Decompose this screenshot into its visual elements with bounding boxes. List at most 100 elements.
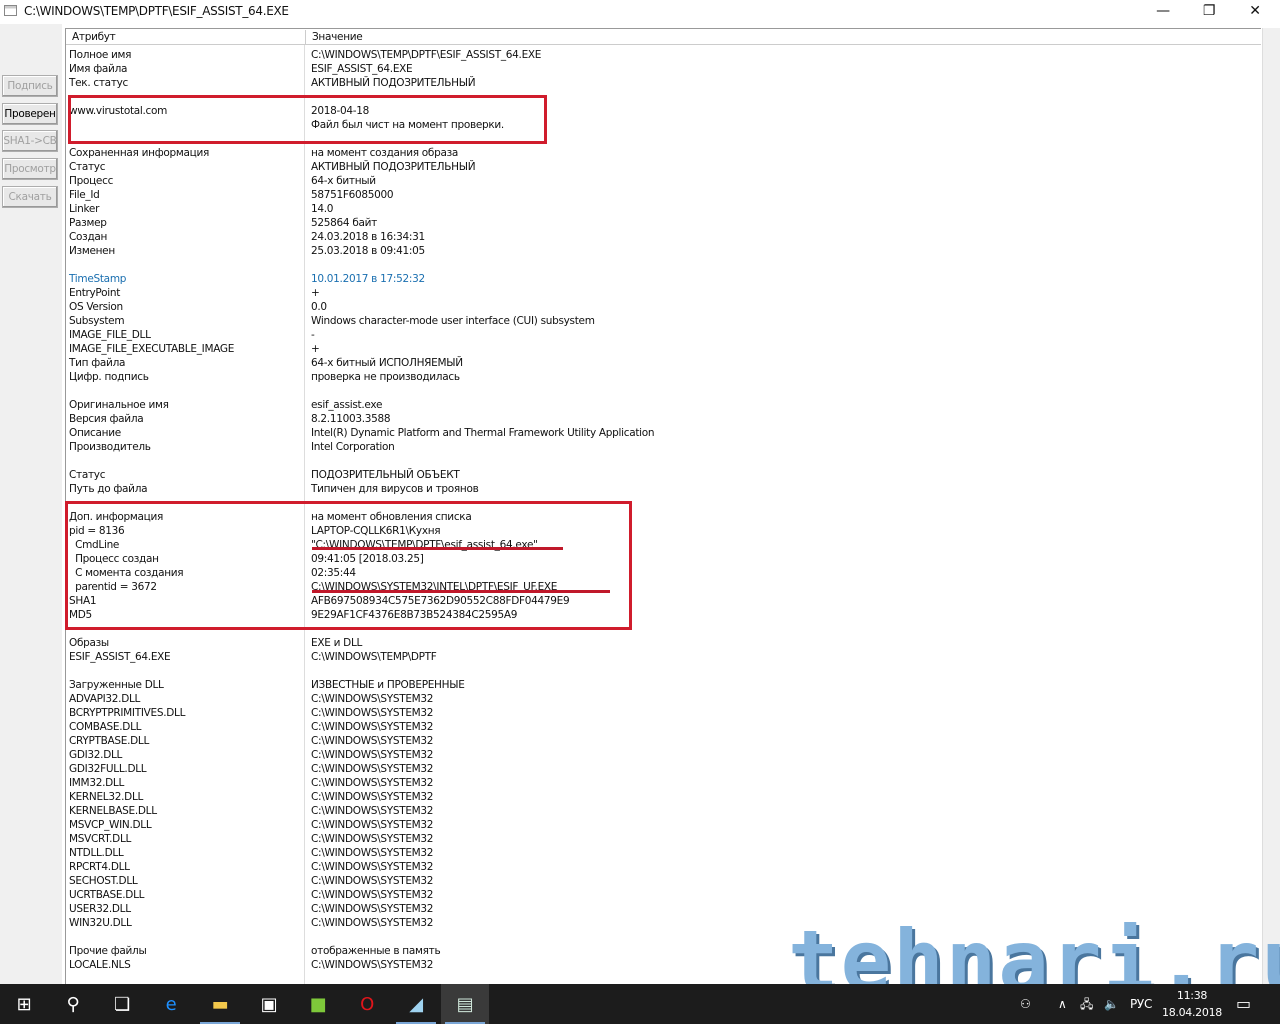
- table-row[interactable]: UCRTBASE.DLL C:\WINDOWS\SYSTEM32: [66, 888, 1261, 902]
- table-row[interactable]: Производитель Intel Corporation: [66, 440, 1261, 454]
- table-row[interactable]: ADVAPI32.DLL C:\WINDOWS\SYSTEM32: [66, 692, 1261, 706]
- close-button[interactable]: ✕: [1232, 0, 1278, 24]
- view-button[interactable]: Просмотр: [2, 158, 58, 180]
- table-row[interactable]: Тек. статус АКТИВНЫЙ ПОДОЗРИТЕЛЬНЫЙ: [66, 76, 1261, 90]
- table-row[interactable]: ESIF_ASSIST_64.EXE C:\WINDOWS\TEMP\DPTF: [66, 650, 1261, 664]
- table-row[interactable]: MSVCP_WIN.DLL C:\WINDOWS\SYSTEM32: [66, 818, 1261, 832]
- value-cell: Windows character-mode user interface (C…: [311, 315, 595, 327]
- table-row[interactable]: RPCRT4.DLL C:\WINDOWS\SYSTEM32: [66, 860, 1261, 874]
- table-row[interactable]: File_Id 58751F6085000: [66, 188, 1261, 202]
- taskbar-app-blue[interactable]: ◢: [392, 984, 440, 1024]
- verified-button[interactable]: Проверен: [2, 103, 58, 125]
- table-row[interactable]: IMM32.DLL C:\WINDOWS\SYSTEM32: [66, 776, 1261, 790]
- taskbar-current-app[interactable]: ▤: [441, 984, 489, 1024]
- table-row[interactable]: KERNEL32.DLL C:\WINDOWS\SYSTEM32: [66, 790, 1261, 804]
- table-row[interactable]: BCRYPTPRIMITIVES.DLL C:\WINDOWS\SYSTEM32: [66, 706, 1261, 720]
- vertical-scrollbar[interactable]: [1262, 28, 1280, 984]
- table-row[interactable]: COMBASE.DLL C:\WINDOWS\SYSTEM32: [66, 720, 1261, 734]
- table-row[interactable]: Образы EXE и DLL: [66, 636, 1261, 650]
- people-icon[interactable]: ⚇: [1020, 984, 1031, 1024]
- table-row[interactable]: [66, 454, 1261, 468]
- table-row[interactable]: MSVCRT.DLL C:\WINDOWS\SYSTEM32: [66, 832, 1261, 846]
- table-row[interactable]: Версия файла 8.2.11003.3588: [66, 412, 1261, 426]
- table-row[interactable]: Цифр. подпись проверка не производилась: [66, 370, 1261, 384]
- table-row[interactable]: EntryPoint +: [66, 286, 1261, 300]
- value-cell: C:\WINDOWS\SYSTEM32: [311, 833, 434, 845]
- value-cell: 14.0: [311, 203, 334, 215]
- attribute-cell: IMAGE_FILE_DLL: [69, 329, 151, 341]
- blue-app-icon: ◢: [409, 993, 423, 1015]
- window-title: C:\WINDOWS\TEMP\DPTF\ESIF_ASSIST_64.EXE: [24, 4, 289, 18]
- taskbar-app-green[interactable]: ■: [294, 984, 342, 1024]
- attribute-cell: Linker: [69, 203, 100, 215]
- header-attribute[interactable]: Атрибут: [66, 30, 116, 44]
- table-row[interactable]: Linker 14.0: [66, 202, 1261, 216]
- attribute-cell: Сохраненная информация: [69, 147, 210, 159]
- table-row[interactable]: Тип файла 64-х битный ИСПОЛНЯЕМЫЙ: [66, 356, 1261, 370]
- attribute-cell: NTDLL.DLL: [69, 847, 124, 859]
- sha1-button[interactable]: SHA1->CB: [2, 130, 58, 152]
- attribute-cell: CRYPTBASE.DLL: [69, 735, 150, 747]
- table-row[interactable]: Статус ПОДОЗРИТЕЛЬНЫЙ ОБЪЕКТ: [66, 468, 1261, 482]
- table-row[interactable]: Описание Intel(R) Dynamic Platform and Th…: [66, 426, 1261, 440]
- taskbar-task-view[interactable]: ❏: [98, 984, 146, 1024]
- table-row[interactable]: Изменен 25.03.2018 в 09:41:05: [66, 244, 1261, 258]
- table-row[interactable]: NTDLL.DLL C:\WINDOWS\SYSTEM32: [66, 846, 1261, 860]
- table-row[interactable]: [66, 664, 1261, 678]
- taskbar-search[interactable]: ⚲: [49, 984, 97, 1024]
- table-row[interactable]: KERNELBASE.DLL C:\WINDOWS\SYSTEM32: [66, 804, 1261, 818]
- attribute-cell: Создан: [69, 231, 108, 243]
- maximize-button[interactable]: ❐: [1186, 0, 1232, 24]
- attribute-cell: Оригинальное имя: [69, 399, 169, 411]
- attribute-cell: UCRTBASE.DLL: [69, 889, 145, 901]
- taskbar-opera[interactable]: O: [343, 984, 391, 1024]
- attribute-cell: Загруженные DLL: [69, 679, 164, 691]
- volume-icon[interactable]: 🔈: [1104, 984, 1119, 1024]
- chevron-up-icon[interactable]: ∧: [1058, 984, 1067, 1024]
- attribute-cell: SECHOST.DLL: [69, 875, 138, 887]
- attribute-cell: Изменен: [69, 245, 115, 257]
- notifications-icon[interactable]: ▭: [1236, 984, 1251, 1024]
- table-row[interactable]: Создан 24.03.2018 в 16:34:31: [66, 230, 1261, 244]
- table-row[interactable]: Subsystem Windows character-mode user int…: [66, 314, 1261, 328]
- taskbar-store[interactable]: ▣: [245, 984, 293, 1024]
- table-row[interactable]: [66, 258, 1261, 272]
- table-row[interactable]: Полное имя C:\WINDOWS\TEMP\DPTF\ESIF_ASSI…: [66, 48, 1261, 62]
- table-row[interactable]: SECHOST.DLL C:\WINDOWS\SYSTEM32: [66, 874, 1261, 888]
- table-row[interactable]: Процесс 64-х битный: [66, 174, 1261, 188]
- attribute-cell: KERNEL32.DLL: [69, 791, 144, 803]
- attribute-cell: Subsystem: [69, 315, 125, 327]
- taskbar-explorer[interactable]: ▬: [196, 984, 244, 1024]
- table-row[interactable]: GDI32FULL.DLL C:\WINDOWS\SYSTEM32: [66, 762, 1261, 776]
- download-button[interactable]: Скачать: [2, 186, 58, 208]
- minimize-button[interactable]: —: [1140, 0, 1186, 24]
- table-row[interactable]: Оригинальное имя esif_assist.exe: [66, 398, 1261, 412]
- table-row[interactable]: Сохраненная информация на момент создания…: [66, 146, 1261, 160]
- table-row[interactable]: TimeStamp 10.01.2017 в 17:52:32: [66, 272, 1261, 286]
- table-row[interactable]: IMAGE_FILE_DLL -: [66, 328, 1261, 342]
- value-cell: C:\WINDOWS\SYSTEM32: [311, 917, 434, 929]
- table-row[interactable]: Имя файла ESIF_ASSIST_64.EXE: [66, 62, 1261, 76]
- title-bar: C:\WINDOWS\TEMP\DPTF\ESIF_ASSIST_64.EXE …: [0, 0, 1280, 24]
- table-row[interactable]: [66, 384, 1261, 398]
- table-row[interactable]: CRYPTBASE.DLL C:\WINDOWS\SYSTEM32: [66, 734, 1261, 748]
- network-icon[interactable]: 🖧: [1080, 984, 1093, 1024]
- language-indicator[interactable]: РУС: [1130, 984, 1152, 1024]
- table-row[interactable]: GDI32.DLL C:\WINDOWS\SYSTEM32: [66, 748, 1261, 762]
- table-row[interactable]: Загруженные DLL ИЗВЕСТНЫЕ и ПРОВЕРЕННЫЕ: [66, 678, 1261, 692]
- clock[interactable]: 11:38 18.04.2018: [1160, 987, 1224, 1021]
- signature-button[interactable]: Подпись: [2, 75, 58, 97]
- table-row[interactable]: Путь до файла Типичен для вирусов и троян…: [66, 482, 1261, 496]
- green-app-icon: ■: [309, 993, 327, 1015]
- table-row[interactable]: Статус АКТИВНЫЙ ПОДОЗРИТЕЛЬНЫЙ: [66, 160, 1261, 174]
- table-row[interactable]: OS Version 0.0: [66, 300, 1261, 314]
- store-icon: ▣: [260, 993, 278, 1015]
- attribute-cell: Размер: [69, 217, 107, 229]
- value-cell: 0.0: [311, 301, 327, 313]
- table-row[interactable]: Размер 525864 байт: [66, 216, 1261, 230]
- header-value[interactable]: Значение: [305, 30, 363, 44]
- table-row[interactable]: IMAGE_FILE_EXECUTABLE_IMAGE +: [66, 342, 1261, 356]
- taskbar-start[interactable]: ⊞: [0, 984, 48, 1024]
- taskbar-edge[interactable]: e: [147, 984, 195, 1024]
- value-cell: 10.01.2017 в 17:52:32: [311, 273, 425, 285]
